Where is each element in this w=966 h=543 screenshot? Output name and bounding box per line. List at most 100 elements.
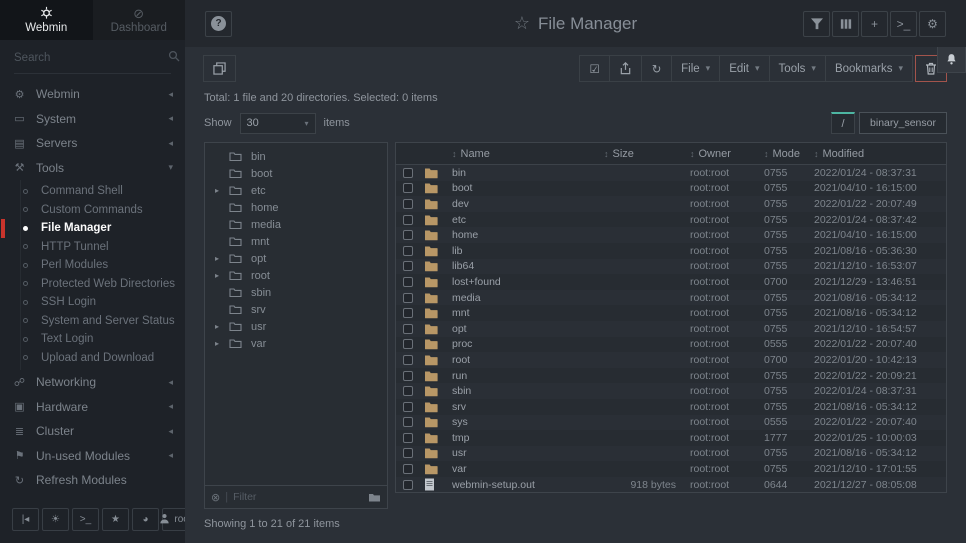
tree-item[interactable]: ▸ media (205, 216, 387, 233)
add-button[interactable]: + (861, 11, 888, 37)
collapse-sidebar-button[interactable]: |◂ (12, 508, 39, 531)
row-checkbox[interactable] (403, 448, 413, 458)
sidebar-category[interactable]: ☍ Networking ◂ (0, 370, 185, 395)
filter-button[interactable] (803, 11, 830, 37)
tree-item[interactable]: ▸ etc (205, 182, 387, 199)
row-checkbox[interactable] (403, 308, 413, 318)
table-row[interactable]: media root:root 0755 2021/08/16 - 05:34:… (396, 290, 946, 306)
expand-arrow-icon[interactable]: ▸ (215, 339, 219, 348)
tree-item[interactable]: ▸ opt (205, 250, 387, 267)
row-checkbox[interactable] (403, 386, 413, 396)
sidebar-subitem[interactable]: Text Login (1, 330, 185, 349)
expand-arrow-icon[interactable]: ▸ (215, 186, 219, 195)
columns-button[interactable] (832, 11, 859, 37)
table-row[interactable]: boot root:root 0755 2021/04/10 - 16:15:0… (396, 181, 946, 197)
terminal-button[interactable]: >_ (72, 508, 99, 531)
table-row[interactable]: var root:root 0755 2021/12/10 - 17:01:55 (396, 461, 946, 477)
row-checkbox[interactable] (403, 402, 413, 412)
language-button[interactable]: ◕ (132, 508, 159, 531)
sidebar-subitem[interactable]: Upload and Download (1, 349, 185, 368)
refresh-button[interactable]: ↻ (641, 55, 672, 82)
tree-item[interactable]: ▸ sbin (205, 284, 387, 301)
table-row[interactable]: dev root:root 0755 2022/01/22 - 20:07:49 (396, 196, 946, 212)
file-menu-button[interactable]: File ▾ (671, 55, 720, 82)
sidebar-category[interactable]: ▣ Hardware ◂ (0, 395, 185, 420)
row-checkbox[interactable] (403, 464, 413, 474)
row-checkbox[interactable] (403, 417, 413, 427)
table-row[interactable]: root root:root 0700 2022/01/20 - 10:42:1… (396, 352, 946, 368)
column-header-owner[interactable]: ↕ Owner (690, 148, 764, 160)
row-checkbox[interactable] (403, 433, 413, 443)
favorite-star-icon[interactable]: ☆ (514, 13, 530, 34)
folder-select-button[interactable] (368, 492, 381, 503)
table-row[interactable]: usr root:root 0755 2021/08/16 - 05:34:12 (396, 446, 946, 462)
table-row[interactable]: lib64 root:root 0755 2021/12/10 - 16:53:… (396, 259, 946, 275)
sidebar-subitem[interactable]: SSH Login (1, 293, 185, 312)
row-checkbox[interactable] (403, 324, 413, 334)
table-row[interactable]: opt root:root 0755 2021/12/10 - 16:54:57 (396, 321, 946, 337)
sidebar-category[interactable]: ≣ Cluster ◂ (0, 419, 185, 444)
bookmarks-menu-button[interactable]: Bookmarks ▾ (825, 55, 913, 82)
help-button[interactable]: ? (205, 11, 232, 37)
theme-button[interactable]: ☀ (42, 508, 69, 531)
sidebar-category[interactable]: ▤ Servers ◂ (0, 131, 185, 156)
sidebar-subitem[interactable]: Custom Commands (1, 201, 185, 220)
row-checkbox[interactable] (403, 199, 413, 209)
table-row[interactable]: srv root:root 0755 2021/08/16 - 05:34:12 (396, 399, 946, 415)
sidebar-subitem[interactable]: Perl Modules (1, 256, 185, 275)
column-header-mode[interactable]: ↕ Mode (764, 148, 814, 160)
table-row[interactable]: proc root:root 0555 2022/01/22 - 20:07:4… (396, 337, 946, 353)
column-header-name[interactable]: ↕ Name (452, 148, 604, 160)
copy-path-button[interactable] (203, 55, 236, 82)
table-row[interactable]: mnt root:root 0755 2021/08/16 - 05:34:12 (396, 305, 946, 321)
edit-menu-button[interactable]: Edit ▾ (719, 55, 769, 82)
tree-item[interactable]: ▸ root (205, 267, 387, 284)
favorites-button[interactable]: ★ (102, 508, 129, 531)
table-row[interactable]: bin root:root 0755 2022/01/24 - 08:37:31 (396, 165, 946, 181)
table-row[interactable]: sys root:root 0555 2022/01/22 - 20:07:40 (396, 415, 946, 431)
tree-item[interactable]: ▸ boot (205, 165, 387, 182)
share-button[interactable] (609, 55, 642, 82)
tab-dashboard[interactable]: ⊘ Dashboard (93, 0, 186, 40)
table-row[interactable]: tmp root:root 1777 2022/01/25 - 10:00:03 (396, 430, 946, 446)
row-checkbox[interactable] (403, 355, 413, 365)
tab-webmin[interactable]: Webmin (0, 0, 93, 40)
table-row[interactable]: home root:root 0755 2021/04/10 - 16:15:0… (396, 227, 946, 243)
expand-arrow-icon[interactable]: ▸ (215, 322, 219, 331)
tree-item[interactable]: ▸ var (205, 335, 387, 352)
select-all-button[interactable]: ☑ (579, 55, 610, 82)
column-header-size[interactable]: ↕ Size (604, 148, 690, 160)
tree-item[interactable]: ▸ srv (205, 301, 387, 318)
page-size-select[interactable]: 30 ▾ (240, 113, 316, 134)
sidebar-category[interactable]: ⚙ Webmin ◂ (0, 82, 185, 107)
tools-menu-button[interactable]: Tools ▾ (769, 55, 826, 82)
row-checkbox[interactable] (403, 371, 413, 381)
path-input[interactable] (859, 112, 947, 134)
tree-item[interactable]: ▸ home (205, 199, 387, 216)
row-checkbox[interactable] (403, 339, 413, 349)
row-checkbox[interactable] (403, 168, 413, 178)
table-row[interactable]: run root:root 0755 2022/01/22 - 20:09:21 (396, 368, 946, 384)
sidebar-subitem[interactable]: System and Server Status (1, 312, 185, 331)
expand-arrow-icon[interactable]: ▸ (215, 271, 219, 280)
row-checkbox[interactable] (403, 293, 413, 303)
root-path-button[interactable]: / (831, 112, 855, 134)
sidebar-category-tools[interactable]: ⚒ Tools ▾ (0, 156, 185, 181)
row-checkbox[interactable] (403, 246, 413, 256)
table-row[interactable]: lost+found root:root 0700 2021/12/29 - 1… (396, 274, 946, 290)
table-row[interactable]: webmin-setup.out 918 bytes root:root 064… (396, 477, 946, 493)
sidebar-subitem[interactable]: HTTP Tunnel (1, 238, 185, 257)
expand-arrow-icon[interactable]: ▸ (215, 254, 219, 263)
settings-button[interactable]: ⚙ (919, 11, 946, 37)
row-checkbox[interactable] (403, 480, 413, 490)
table-row[interactable]: etc root:root 0755 2022/01/24 - 08:37:42 (396, 212, 946, 228)
table-row[interactable]: sbin root:root 0755 2022/01/24 - 08:37:3… (396, 383, 946, 399)
sidebar-subitem[interactable]: File Manager (1, 219, 185, 238)
table-row[interactable]: lib root:root 0755 2021/08/16 - 05:36:30 (396, 243, 946, 259)
tree-item[interactable]: ▸ bin (205, 148, 387, 165)
search-input[interactable] (14, 52, 168, 64)
sidebar-subitem[interactable]: Protected Web Directories (1, 275, 185, 294)
clear-filter-icon[interactable]: ⊗ (211, 491, 220, 504)
tree-item[interactable]: ▸ usr (205, 318, 387, 335)
row-checkbox[interactable] (403, 261, 413, 271)
